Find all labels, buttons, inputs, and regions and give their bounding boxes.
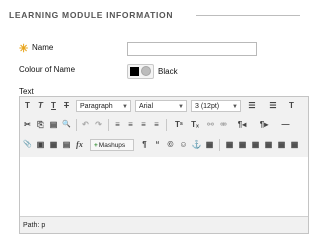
separator xyxy=(166,119,167,131)
italic-icon[interactable]: T xyxy=(35,99,46,112)
table-tools-icon[interactable]: ▦ xyxy=(289,138,300,151)
justify-icon[interactable]: ≡ xyxy=(151,118,162,131)
align-left-icon[interactable]: ≡ xyxy=(112,118,123,131)
table-tools-icon[interactable]: ▦ xyxy=(263,138,274,151)
rtl-icon[interactable]: ¶▸ xyxy=(256,118,272,131)
chevron-down-icon: ▼ xyxy=(232,104,238,110)
cut-icon[interactable]: ✂ xyxy=(22,118,33,131)
font-family-value: Arial xyxy=(139,103,154,110)
colour-picker[interactable] xyxy=(127,64,154,79)
anchor-icon[interactable]: ⚓ xyxy=(191,138,202,151)
underline-icon[interactable]: T xyxy=(48,99,59,112)
font-size-value: 3 (12pt) xyxy=(195,103,220,110)
colour-picker-icon xyxy=(141,66,151,76)
colour-value: Black xyxy=(158,67,178,76)
colour-swatch xyxy=(130,67,139,76)
superscript-icon[interactable]: Tˢ xyxy=(172,118,186,131)
bullet-list-icon[interactable]: ☰ xyxy=(244,99,260,112)
editor-toolbar: T T T T Paragraph ▼ Arial ▼ 3 (12pt) ▼ ☰… xyxy=(20,97,308,158)
subscript-icon[interactable]: Tₓ xyxy=(188,118,202,131)
name-input[interactable] xyxy=(127,42,257,56)
formula-icon[interactable]: fx xyxy=(74,138,85,151)
undo-icon[interactable]: ↶ xyxy=(80,118,91,131)
separator xyxy=(219,139,220,151)
section-title: LEARNING MODULE INFORMATION xyxy=(9,10,174,20)
paste-icon[interactable]: ▤ xyxy=(48,118,59,131)
table-tools-icon[interactable]: ▦ xyxy=(237,138,248,151)
chevron-down-icon: ▼ xyxy=(178,104,184,110)
redo-icon[interactable]: ↷ xyxy=(93,118,104,131)
search-icon[interactable]: 🔍 xyxy=(61,118,72,131)
editor-content-area[interactable] xyxy=(20,157,308,217)
colour-label: Colour of Name xyxy=(19,65,76,74)
mashups-button[interactable]: +Mashups xyxy=(90,139,134,151)
toolbar-row-3: 📎 ▣ ▦ ▤ fx +Mashups ¶ “ © ☺ ⚓ ▦ ▦ ▦ ▦ ▦ … xyxy=(20,136,308,155)
document-icon[interactable]: ▤ xyxy=(61,138,72,151)
blockquote-icon[interactable]: “ xyxy=(152,138,163,151)
editor-statusbar: Path: p xyxy=(20,216,308,233)
align-center-icon[interactable]: ≡ xyxy=(125,118,136,131)
plus-icon: + xyxy=(94,142,98,149)
font-size-select[interactable]: 3 (12pt) ▼ xyxy=(191,100,241,112)
unlink-icon[interactable]: ⚮ xyxy=(218,118,229,131)
separator xyxy=(76,119,77,131)
paragraph-format-value: Paragraph xyxy=(80,103,113,110)
path-value[interactable]: p xyxy=(41,222,45,229)
toolbar-row-1: T T T T Paragraph ▼ Arial ▼ 3 (12pt) ▼ ☰… xyxy=(20,97,308,116)
table-tools-icon[interactable]: ▦ xyxy=(276,138,287,151)
image-icon[interactable]: ▣ xyxy=(35,138,46,151)
numbered-list-icon[interactable]: ☰ xyxy=(265,99,281,112)
align-right-icon[interactable]: ≡ xyxy=(138,118,149,131)
table-tools-icon[interactable]: ▦ xyxy=(224,138,235,151)
name-label: Name xyxy=(32,43,54,52)
table-tools-icon[interactable]: ▦ xyxy=(250,138,261,151)
paragraph-format-select[interactable]: Paragraph ▼ xyxy=(76,100,131,112)
toolbar-row-2: ✂ ⎘ ▤ 🔍 ↶ ↷ ≡ ≡ ≡ ≡ Tˢ Tₓ ⚯ ⚮ ¶◂ ¶▸ — xyxy=(20,116,308,135)
ltr-icon[interactable]: ¶◂ xyxy=(234,118,250,131)
required-icon: ✳ xyxy=(19,43,29,55)
copy-icon[interactable]: ⎘ xyxy=(35,118,46,131)
attach-icon[interactable]: 📎 xyxy=(22,138,33,151)
mashups-label: Mashups xyxy=(98,142,126,149)
special-character-icon[interactable]: © xyxy=(165,138,176,151)
bold-icon[interactable]: T xyxy=(22,99,33,112)
media-icon[interactable]: ▦ xyxy=(48,138,59,151)
text-color-icon[interactable]: T xyxy=(286,99,297,112)
text-editor: T T T T Paragraph ▼ Arial ▼ 3 (12pt) ▼ ☰… xyxy=(19,96,309,234)
separator xyxy=(108,119,109,131)
table-icon[interactable]: ▦ xyxy=(204,138,215,151)
strikethrough-icon[interactable]: T xyxy=(61,99,72,112)
section-divider xyxy=(196,15,300,16)
paragraph-mark-icon[interactable]: ¶ xyxy=(139,138,150,151)
font-family-select[interactable]: Arial ▼ xyxy=(135,100,187,112)
emoticon-icon[interactable]: ☺ xyxy=(178,138,189,151)
horizontal-rule-icon[interactable]: — xyxy=(280,118,291,131)
link-icon[interactable]: ⚯ xyxy=(205,118,216,131)
text-label: Text xyxy=(19,87,34,96)
path-label: Path: xyxy=(23,222,40,229)
chevron-down-icon: ▼ xyxy=(122,104,128,110)
